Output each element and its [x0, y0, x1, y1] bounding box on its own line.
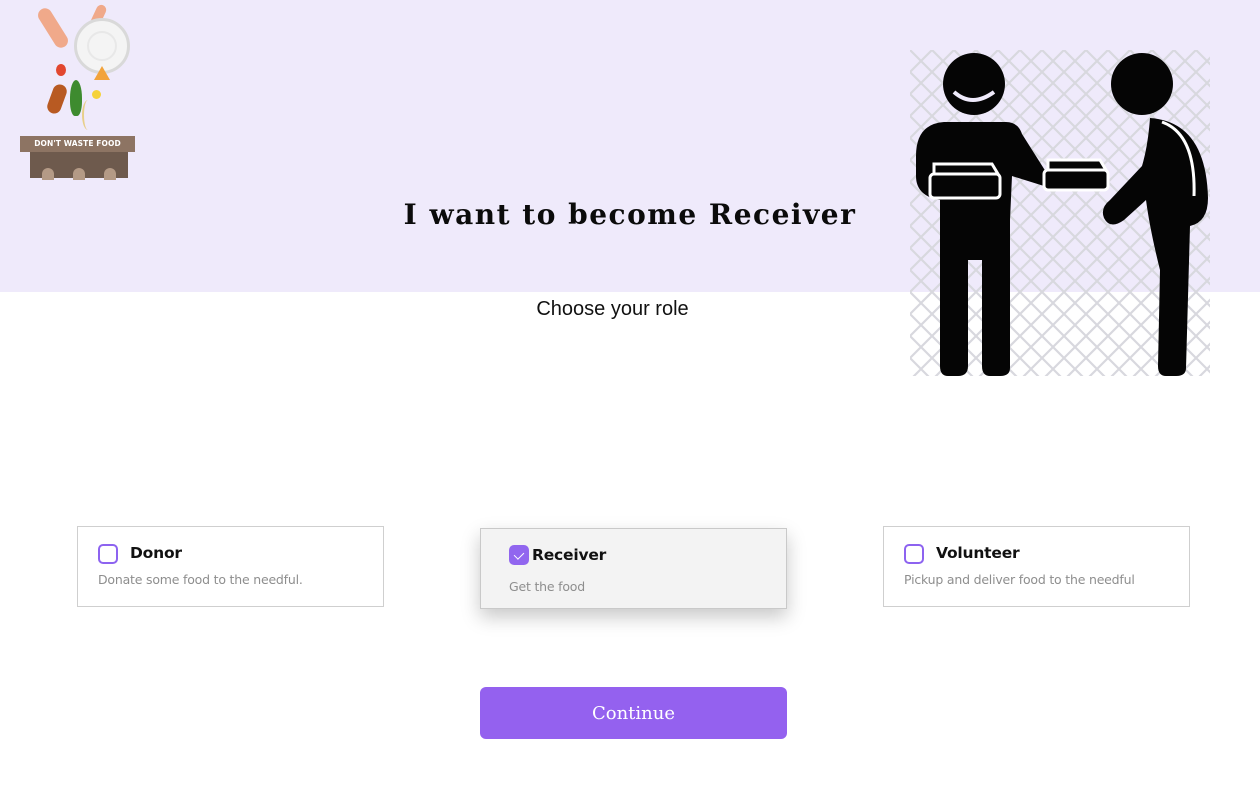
logo-tomato-graphic [56, 64, 66, 76]
logo-noodle-graphic [82, 100, 94, 130]
choose-role-subtitle: Choose your role [536, 298, 689, 320]
role-description: Get the food [509, 579, 585, 594]
volunteer-checkbox[interactable] [904, 544, 924, 564]
role-title: Volunteer [936, 544, 1020, 562]
role-card-receiver[interactable]: Receiver Get the food [480, 528, 787, 609]
donor-checkbox[interactable] [98, 544, 118, 564]
logo-arm-graphic [35, 5, 71, 51]
logo-sign-text: DON'T WASTE FOOD [20, 136, 135, 152]
role-title: Receiver [532, 546, 607, 564]
role-description: Donate some food to the needful. [98, 572, 303, 587]
role-description: Pickup and deliver food to the needful [904, 572, 1135, 587]
logo-plate-graphic [74, 18, 130, 74]
logo-leaf-graphic [70, 80, 82, 116]
logo-bin-graphic [30, 152, 128, 180]
logo-cheese-graphic [92, 90, 101, 99]
logo-sausage-graphic [45, 82, 69, 116]
role-card-volunteer[interactable]: Volunteer Pickup and deliver food to the… [883, 526, 1190, 607]
role-card-donor[interactable]: Donor Donate some food to the needful. [77, 526, 384, 607]
receiver-checkbox[interactable] [509, 545, 529, 565]
role-title: Donor [130, 544, 182, 562]
food-sharing-people-icon [910, 50, 1210, 376]
app-logo[interactable]: DON'T WASTE FOOD [18, 3, 138, 180]
continue-button[interactable]: Continue [480, 687, 787, 739]
